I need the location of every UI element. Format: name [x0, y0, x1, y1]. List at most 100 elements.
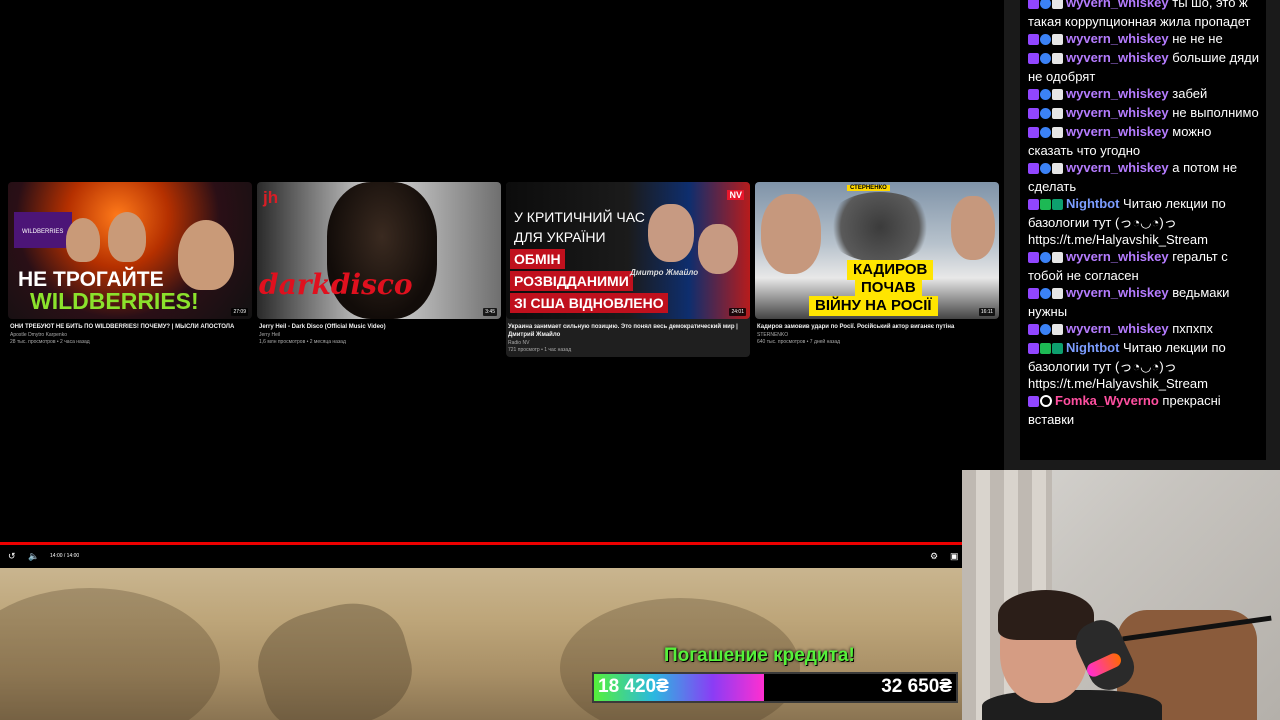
time-display: 14:00 / 14:00 [50, 553, 80, 559]
gift-badge-icon [1052, 163, 1063, 174]
volume-icon[interactable]: 🔈 [28, 548, 39, 564]
video-title[interactable]: Украина занимает сильную позицию. Это по… [508, 323, 748, 339]
person-image [178, 220, 234, 290]
chat-username[interactable]: wyvern_whiskey [1066, 31, 1169, 46]
chat-username[interactable]: wyvern_whiskey [1066, 0, 1169, 10]
video-title[interactable]: Кадиров замовив удари по Росії. Російськ… [757, 323, 997, 331]
chat-username[interactable]: wyvern_whiskey [1066, 160, 1169, 175]
chat-username[interactable]: wyvern_whiskey [1066, 249, 1169, 264]
channel-name[interactable]: Radio NV [508, 340, 748, 346]
chat-badges [1028, 32, 1064, 49]
video-thumbnail[interactable]: СТЕРНЕНКО КАДИРОВ ПОЧАВ ВІЙНУ НА РОСІЇ 1… [755, 182, 999, 319]
circle-badge-icon [1040, 395, 1052, 407]
chat-message: wyvern_whiskey ведьмаки нужны [1020, 284, 1266, 320]
end-screen-video-card[interactable]: jh darkdisco 3:45 Jerry Heil - Dark Disc… [257, 182, 501, 357]
end-screen-video-card[interactable]: WILDBERRIES НЕ ТРОГАЙТЕ WILDBERRIES! 27:… [8, 182, 252, 357]
chat-username[interactable]: Nightbot [1066, 340, 1119, 355]
gift-badge-icon [1052, 53, 1063, 64]
gift-badge-icon [1052, 89, 1063, 100]
video-meta: 28 тыс. просмотров • 2 часа назад [10, 339, 90, 345]
chat-badges [1028, 197, 1064, 214]
chat-badges [1028, 0, 1064, 13]
thumbnail-caption: У КРИТИЧНИЙ ЧАС [514, 209, 645, 225]
video-duration: 3:45 [483, 308, 497, 316]
thumbnail-caption: ЗІ США ВІДНОВЛЕНО [510, 293, 668, 313]
verified-badge-icon [1040, 288, 1051, 299]
chat-badges [1028, 51, 1064, 68]
shadow-patch [0, 588, 220, 720]
verified-badge-icon [1040, 163, 1051, 174]
chat-message: wyvern_whiskey геральт с тобой не соглас… [1020, 248, 1266, 284]
credit-progress-bar: 18 420₴ 32 650₴ [592, 672, 958, 703]
chat-message: wyvern_whiskey а потом не сделать [1020, 159, 1266, 195]
video-title[interactable]: Jerry Heil - Dark Disco (Official Music … [259, 323, 499, 331]
channel-name[interactable]: STERNENKO [757, 332, 997, 338]
subscriber-badge-icon [1028, 163, 1039, 174]
replay-icon[interactable]: ↺ [8, 548, 16, 564]
gift-badge-icon [1052, 108, 1063, 119]
thumbnail-caption: darkdisco [259, 268, 413, 301]
subscriber-badge-icon [1028, 199, 1039, 210]
bot-badge-icon [1052, 343, 1063, 354]
verified-badge-icon [1040, 324, 1051, 335]
chat-username[interactable]: wyvern_whiskey [1066, 105, 1169, 120]
video-duration: 16:11 [978, 308, 995, 316]
chat-username[interactable]: wyvern_whiskey [1066, 285, 1169, 300]
verified-badge-icon [1040, 89, 1051, 100]
video-thumbnail[interactable]: У КРИТИЧНИЙ ЧАС ДЛЯ УКРАЇНИ ОБМІН РОЗВІД… [506, 182, 750, 319]
chat-badges [1028, 125, 1064, 142]
store-sign: WILDBERRIES [14, 212, 72, 248]
gift-badge-icon [1052, 0, 1063, 9]
chat-badges [1028, 161, 1064, 178]
channel-name[interactable]: Jerry Heil [259, 332, 499, 338]
channel-logo: NV [727, 190, 744, 200]
chat-username[interactable]: wyvern_whiskey [1066, 86, 1169, 101]
chat-message: Nightbot Читаю лекции по базологии тут (… [1020, 339, 1266, 392]
chat-badges [1028, 106, 1064, 123]
road-track [247, 590, 423, 720]
chat-panel[interactable]: wyvern_whiskey ты шо, это ж такая корруп… [1020, 0, 1266, 460]
video-title[interactable]: ОНИ ТРЕБУЮТ НЕ БИТЬ ПО WILDBERRIES! ПОЧЕ… [10, 323, 250, 331]
video-player[interactable]: WILDBERRIES НЕ ТРОГАЙТЕ WILDBERRIES! 27:… [0, 0, 999, 568]
channel-name[interactable]: Apostle Dmytro Karpenko [10, 332, 250, 338]
end-screen-video-card[interactable]: СТЕРНЕНКО КАДИРОВ ПОЧАВ ВІЙНУ НА РОСІЇ 1… [755, 182, 999, 357]
video-meta: 1,6 млн просмотров • 2 месяца назад [259, 339, 346, 345]
chat-username[interactable]: Fomka_Wyverno [1055, 393, 1159, 408]
chat-username[interactable]: wyvern_whiskey [1066, 321, 1169, 336]
thumbnail-caption: ВІЙНУ НА РОСІЇ [809, 296, 938, 316]
gift-badge-icon [1052, 34, 1063, 45]
chat-badges [1028, 286, 1064, 303]
chat-username[interactable]: wyvern_whiskey [1066, 124, 1169, 139]
chat-username[interactable]: wyvern_whiskey [1066, 50, 1169, 65]
settings-icon[interactable]: ⚙ [930, 548, 938, 564]
subscriber-badge-icon [1028, 343, 1039, 354]
verified-badge-icon [1040, 53, 1051, 64]
progress-bar[interactable] [0, 542, 962, 545]
subscriber-badge-icon [1028, 252, 1039, 263]
artist-logo: jh [263, 188, 279, 207]
thumbnail-caption: ПОЧАВ [855, 278, 922, 298]
chat-badges [1028, 341, 1064, 358]
person-image [648, 204, 694, 262]
subscriber-badge-icon [1028, 396, 1039, 407]
subscriber-badge-icon [1028, 0, 1039, 9]
chat-message: wyvern_whiskey ты шо, это ж такая корруп… [1020, 0, 1266, 30]
subscriber-badge-icon [1028, 108, 1039, 119]
person-image [761, 194, 821, 274]
chat-username[interactable]: Nightbot [1066, 196, 1119, 211]
credit-goal-amount: 32 650₴ [881, 676, 952, 697]
fullscreen-icon[interactable]: ▣ [950, 548, 959, 564]
person-image [108, 212, 146, 262]
chat-message: Fomka_Wyverno прекрасні вставки [1020, 392, 1266, 428]
moderator-badge-icon [1040, 199, 1051, 210]
chat-message: Nightbot Читаю лекции по базологии тут (… [1020, 195, 1266, 248]
verified-badge-icon [1040, 108, 1051, 119]
video-thumbnail[interactable]: jh darkdisco 3:45 [257, 182, 501, 319]
channel-logo: СТЕРНЕНКО [847, 185, 890, 191]
chat-message-text: забей [1172, 86, 1208, 101]
streamer-body [982, 690, 1162, 720]
end-screen-video-card[interactable]: У КРИТИЧНИЙ ЧАС ДЛЯ УКРАЇНИ ОБМІН РОЗВІД… [506, 182, 750, 357]
bot-badge-icon [1052, 199, 1063, 210]
chat-message: wyvern_whiskey большие дяди не одобрят [1020, 49, 1266, 85]
video-thumbnail[interactable]: WILDBERRIES НЕ ТРОГАЙТЕ WILDBERRIES! 27:… [8, 182, 252, 319]
